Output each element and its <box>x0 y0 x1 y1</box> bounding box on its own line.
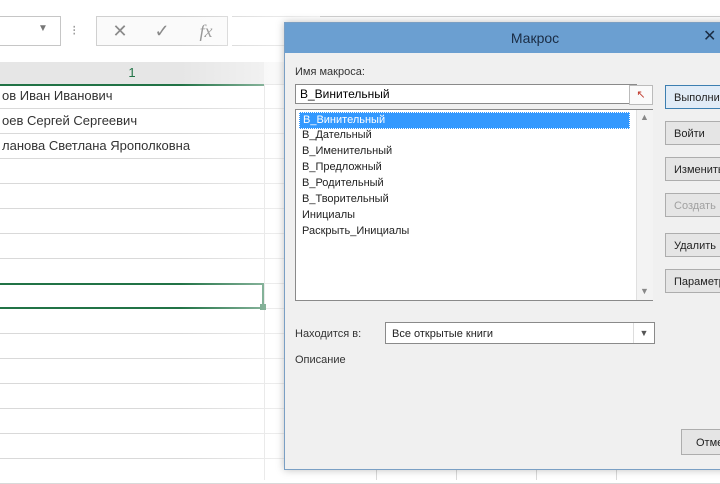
list-item[interactable]: В_Творительный <box>299 192 389 207</box>
active-cell[interactable] <box>0 283 264 309</box>
scroll-down-icon[interactable]: ▼ <box>640 286 649 296</box>
name-box[interactable] <box>0 16 61 46</box>
side-button-3[interactable]: Создать <box>665 193 720 217</box>
cell-value: оев Сергей Сергеевич <box>2 113 138 128</box>
function-icon[interactable]: fx <box>187 17 225 45</box>
list-item[interactable]: В_Дательный <box>299 128 372 143</box>
location-select[interactable]: Все открытые книги <box>385 322 655 344</box>
chevron-down-icon[interactable]: ▼ <box>633 323 654 343</box>
description-label: Описание <box>295 354 346 366</box>
list-item[interactable]: В_Именительный <box>299 144 392 159</box>
fill-handle[interactable] <box>260 304 266 310</box>
grid-column-line <box>264 84 265 480</box>
list-item[interactable]: Инициалы <box>299 208 355 223</box>
macro-list-scrollbar[interactable]: ▲ ▼ <box>636 110 653 300</box>
cancel-icon[interactable]: ✕ <box>101 17 139 45</box>
formula-bar-buttons: ✕ ✓ fx <box>96 16 228 46</box>
list-item[interactable]: В_Предложный <box>299 160 382 175</box>
side-button-2[interactable]: Изменить <box>665 157 720 181</box>
formula-bar-separator: ⁝ <box>72 22 77 38</box>
side-button-1[interactable]: Войти <box>665 121 720 145</box>
macro-name-input[interactable] <box>295 84 637 104</box>
list-item[interactable]: В_Родительный <box>299 176 384 191</box>
dialog-titlebar[interactable]: Макрос ✕ <box>285 23 720 53</box>
dialog-title: Макрос <box>510 30 560 46</box>
column-header[interactable]: 1 <box>0 62 264 86</box>
location-label: Находится в: <box>295 328 362 340</box>
macro-name-label: Имя макроса: <box>295 66 365 78</box>
side-button-4[interactable]: Удалить <box>665 233 720 257</box>
cancel-button[interactable]: Отмена <box>681 429 720 455</box>
macro-dialog: Макрос ✕ Имя макроса: ↖ ▲ ▼ В_Винительны… <box>284 22 720 470</box>
close-icon[interactable]: ✕ <box>703 26 716 46</box>
macro-list[interactable]: ▲ ▼ В_Винительный В_Дательный В_Именительн… <box>295 109 653 301</box>
check-icon[interactable]: ✓ <box>143 17 181 45</box>
list-item[interactable]: В_Винительный <box>299 112 630 129</box>
scroll-up-icon[interactable]: ▲ <box>640 112 649 122</box>
cell-value: ов Иван Иванович <box>2 88 113 103</box>
ref-edit-icon[interactable]: ↖ <box>629 85 653 105</box>
side-button-0[interactable]: Выполнить <box>665 85 720 109</box>
list-item[interactable]: Раскрыть_Инициалы <box>299 224 409 239</box>
cell-value: ланова Светлана Ярополковна <box>2 138 191 153</box>
side-button-5[interactable]: Параметры... <box>665 269 720 293</box>
chevron-down-icon[interactable]: ▼ <box>38 23 48 34</box>
